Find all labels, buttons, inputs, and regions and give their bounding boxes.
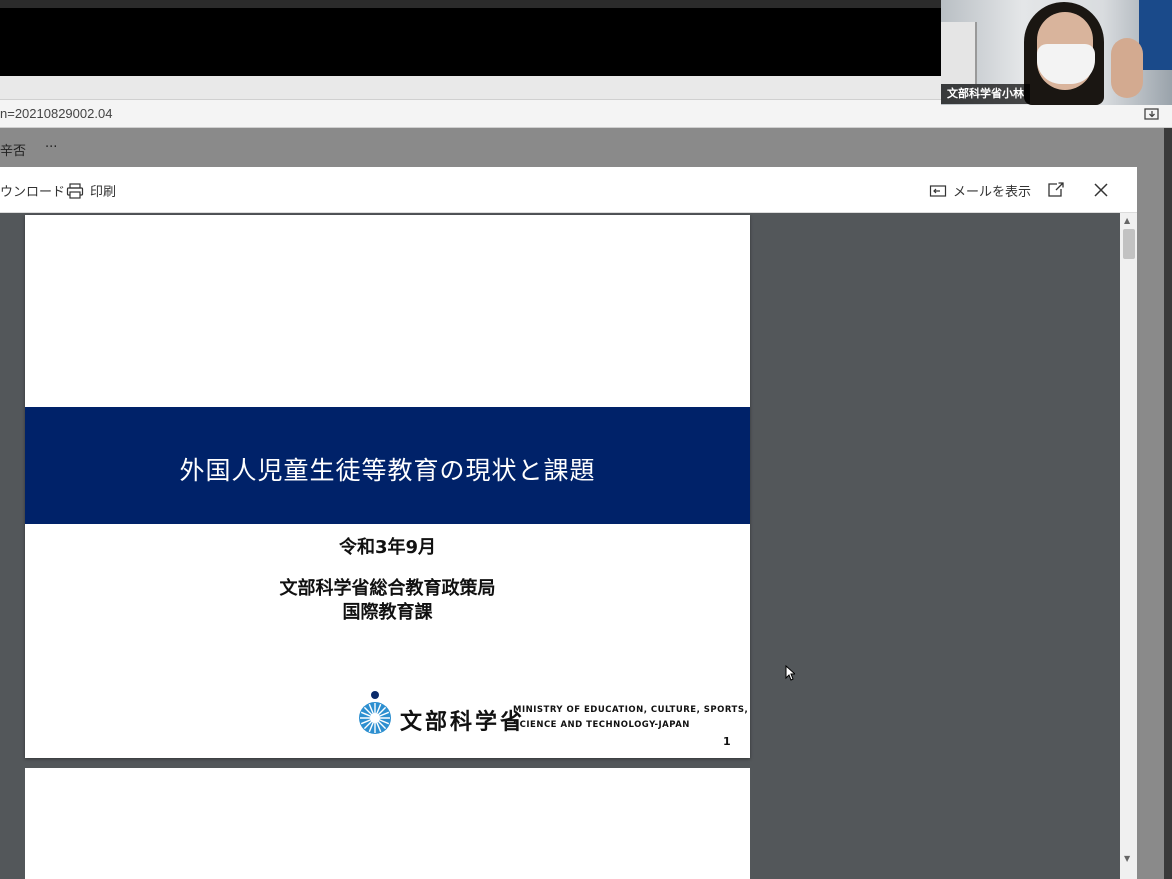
- mext-logo-english-line1: MINISTRY OF EDUCATION, CULTURE, SPORTS,: [513, 705, 749, 715]
- mext-logo-english-line2: SCIENCE AND TECHNOLOGY-JAPAN: [513, 720, 690, 730]
- slide-organization-line1: 文部科学省総合教育政策局: [279, 578, 496, 599]
- show-mail-label: メールを表示: [953, 185, 1032, 200]
- pdf-page-1: 外国人児童生徒等教育の現状と課題 令和3年9月 文部科学省総合教育政策局 国際教…: [25, 215, 750, 758]
- scroll-down-arrow-icon[interactable]: ▼: [1124, 855, 1130, 863]
- pdf-document-area[interactable]: 外国人児童生徒等教育の現状と課題 令和3年9月 文部科学省総合教育政策局 国際教…: [0, 213, 1120, 879]
- print-label: 印刷: [90, 185, 117, 200]
- vertical-scrollbar[interactable]: [1120, 213, 1137, 879]
- download-button[interactable]: ウンロード: [0, 181, 65, 200]
- url-text[interactable]: n=20210829002.04: [0, 106, 112, 121]
- open-in-new-window-icon[interactable]: [1046, 180, 1066, 200]
- scroll-up-arrow-icon[interactable]: ▲: [1124, 217, 1130, 225]
- slide-page-number: 1: [723, 735, 731, 748]
- video-person-hand: [1111, 38, 1143, 98]
- pdf-page-2: [25, 768, 750, 879]
- printer-icon: [66, 182, 84, 199]
- slide-date: 令和3年9月: [338, 537, 437, 558]
- mext-logo-japanese: 文部科学省: [400, 710, 526, 735]
- scrollbar-thumb[interactable]: [1123, 229, 1135, 259]
- close-icon[interactable]: [1091, 180, 1111, 200]
- attachment-viewer: ウンロード 印刷 メールを表示 外国人児童生徒等教育の現状と課題 令和3年9月 …: [0, 167, 1137, 879]
- viewer-toolbar: ウンロード 印刷 メールを表示: [0, 167, 1137, 213]
- video-poster: [1139, 0, 1172, 70]
- mouse-cursor-icon: [785, 665, 795, 681]
- video-person-mask: [1037, 44, 1095, 84]
- show-mail-icon: [929, 184, 947, 197]
- print-button[interactable]: 印刷: [66, 181, 116, 200]
- slide-organization-line2: 国際教育課: [342, 602, 433, 623]
- more-commands-button[interactable]: ···: [45, 140, 57, 155]
- window-right-edge: [1164, 128, 1172, 879]
- slide-title: 外国人児童生徒等教育の現状と課題: [179, 456, 596, 485]
- show-mail-button[interactable]: メールを表示: [929, 181, 1031, 200]
- participant-name-label: 文部科学省小林: [941, 84, 1030, 104]
- mext-emblem-icon: [359, 691, 391, 734]
- command-partial-label[interactable]: 辛否: [0, 140, 26, 159]
- participant-video-tile[interactable]: 文部科学省小林: [941, 0, 1172, 105]
- download-label: ウンロード: [0, 185, 66, 200]
- download-tray-icon[interactable]: [1143, 105, 1161, 123]
- video-bookshelf: [941, 22, 977, 84]
